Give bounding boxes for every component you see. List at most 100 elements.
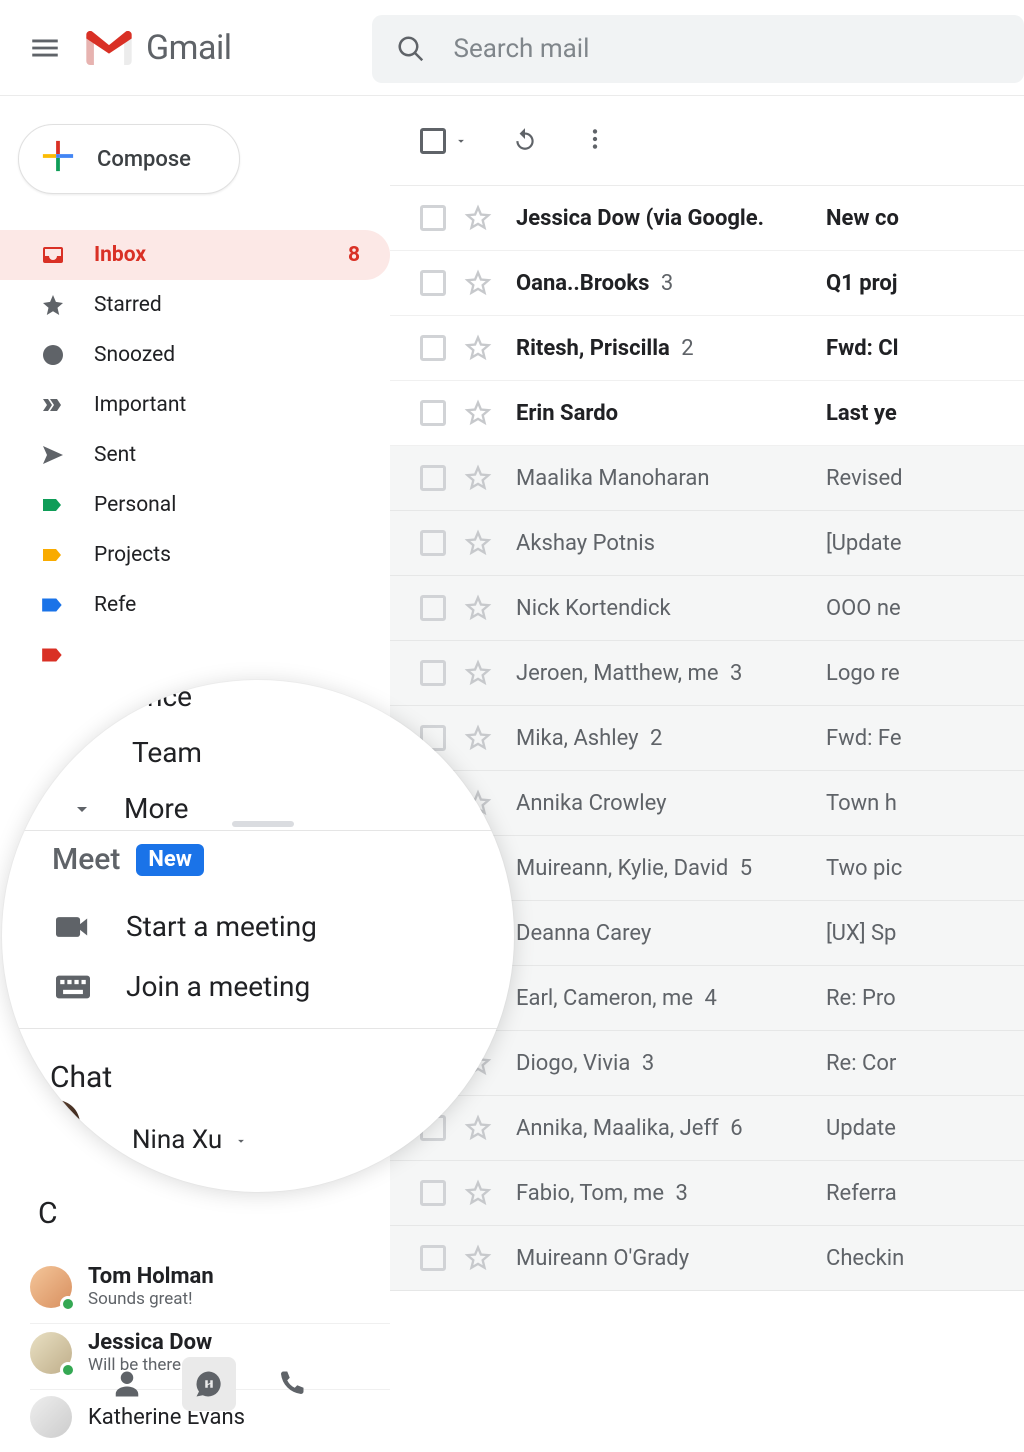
email-sender: Erin Sardo <box>516 401 826 426</box>
email-sender: Jeroen, Matthew, me 3 <box>516 661 826 686</box>
select-all[interactable] <box>420 128 468 154</box>
sidebar-label-starred: Starred <box>94 293 162 317</box>
presence-dot <box>60 1296 76 1312</box>
email-star[interactable] <box>464 594 492 622</box>
avatar-jessica <box>30 1332 72 1374</box>
email-checkbox[interactable] <box>420 400 446 426</box>
gmail-logo[interactable]: Gmail <box>86 28 232 68</box>
tag-icon-reference <box>40 592 66 618</box>
divider <box>2 830 514 831</box>
inbox-unread-count: 8 <box>348 243 360 267</box>
email-row[interactable]: Ritesh, Priscilla 2Fwd: Cl <box>390 316 1024 381</box>
sidebar-label-important: Important <box>94 393 186 417</box>
meet-label: Meet <box>52 842 120 877</box>
search-placeholder: Search mail <box>454 34 590 64</box>
new-badge: New <box>136 844 204 876</box>
email-checkbox[interactable] <box>420 465 446 491</box>
email-star[interactable] <box>464 464 492 492</box>
email-star[interactable] <box>464 1244 492 1272</box>
email-subject: Referra <box>826 1181 897 1206</box>
email-subject: [Update <box>826 531 902 556</box>
hangouts-tab[interactable] <box>182 1357 236 1411</box>
email-checkbox[interactable] <box>420 595 446 621</box>
email-row[interactable]: Akshay Potnis[Update <box>390 511 1024 576</box>
email-subject: Town h <box>826 791 897 816</box>
mag-ref-partial: nce <box>147 680 192 713</box>
tag-icon-cutoff <box>40 642 66 668</box>
email-row[interactable]: Oana..Brooks 3Q1 proj <box>390 251 1024 316</box>
email-checkbox[interactable] <box>420 1245 446 1271</box>
thread-count: 5 <box>734 856 752 881</box>
sidebar-more-toggle[interactable]: More <box>70 792 189 825</box>
email-row[interactable]: Jessica Dow (via Google.New co <box>390 186 1024 251</box>
mail-toolbar <box>390 96 1024 186</box>
refresh-button[interactable] <box>512 126 538 156</box>
sidebar-label-snoozed: Snoozed <box>94 343 175 367</box>
thread-count: 4 <box>699 986 717 1011</box>
sidebar-label-inbox: Inbox <box>94 243 146 267</box>
tag-icon-projects <box>40 543 66 567</box>
email-sender: Jessica Dow (via Google. <box>516 206 826 231</box>
email-checkbox[interactable] <box>420 530 446 556</box>
meet-magnifier-overlay: nce Team More Meet New Start a meeting J… <box>2 680 514 1192</box>
sidebar-item-starred[interactable]: Starred <box>0 280 390 330</box>
sent-icon <box>40 443 66 467</box>
chat-name: Jessica Dow <box>88 1330 213 1355</box>
email-star[interactable] <box>464 529 492 557</box>
email-checkbox[interactable] <box>420 205 446 231</box>
start-meeting-item[interactable]: Start a meeting <box>56 910 317 943</box>
email-subject: Re: Cor <box>826 1051 896 1076</box>
sidebar-item-reference[interactable]: Refe <box>0 580 390 630</box>
email-sender: Ritesh, Priscilla 2 <box>516 336 826 361</box>
phone-tab[interactable] <box>264 1357 318 1411</box>
email-row[interactable]: Erin SardoLast ye <box>390 381 1024 446</box>
email-sender: Muireann, Kylie, David 5 <box>516 856 826 881</box>
email-subject: Q1 proj <box>826 271 898 296</box>
chat-name-nina: Nina Xu <box>132 1125 222 1155</box>
sidebar-item-team[interactable]: Team <box>132 736 202 769</box>
email-sender: Diogo, Vivia 3 <box>516 1051 826 1076</box>
resize-handle[interactable] <box>232 821 294 827</box>
search-bar[interactable]: Search mail <box>372 15 1024 83</box>
sidebar-item-projects[interactable]: Projects <box>0 530 390 580</box>
more-options-button[interactable] <box>582 126 608 156</box>
email-checkbox[interactable] <box>420 270 446 296</box>
chat-section-header-mag: Chat <box>50 1060 112 1095</box>
chat-item-tom[interactable]: Tom Holman Sounds great! <box>30 1258 390 1323</box>
chat-section-header-partial: C <box>38 1196 58 1231</box>
sidebar-item-snoozed[interactable]: Snoozed <box>0 330 390 380</box>
join-meeting-label: Join a meeting <box>126 970 310 1003</box>
sidebar-item-inbox[interactable]: Inbox 8 <box>0 230 390 280</box>
thread-count: 3 <box>670 1181 688 1206</box>
thread-count: 3 <box>636 1051 654 1076</box>
people-tab[interactable] <box>100 1357 154 1411</box>
sidebar-item-sent[interactable]: Sent <box>0 430 390 480</box>
keyboard-icon <box>56 973 90 1001</box>
sidebar-item-personal[interactable]: Personal <box>0 480 390 530</box>
join-meeting-item[interactable]: Join a meeting <box>56 970 310 1003</box>
email-subject: Last ye <box>826 401 897 426</box>
email-row[interactable]: Nick KortendickOOO ne <box>390 576 1024 641</box>
sidebar-item-cutoff-tag[interactable] <box>0 630 390 680</box>
sidebar-item-important[interactable]: Important <box>0 380 390 430</box>
main-menu-icon[interactable] <box>28 31 62 65</box>
search-icon <box>396 34 426 64</box>
email-row[interactable]: Muireann O'GradyCheckin <box>390 1226 1024 1291</box>
tag-icon-personal <box>40 493 66 517</box>
email-star[interactable] <box>464 204 492 232</box>
compose-button[interactable]: Compose <box>18 124 240 194</box>
email-checkbox[interactable] <box>420 335 446 361</box>
chat-name: Tom Holman <box>88 1264 214 1289</box>
thread-count: 2 <box>645 726 663 751</box>
email-star[interactable] <box>464 334 492 362</box>
meet-section-header: Meet New <box>52 842 204 877</box>
email-row[interactable]: Maalika ManoharanRevised <box>390 446 1024 511</box>
chat-item-nina[interactable]: Nina Xu <box>132 1125 248 1155</box>
email-star[interactable] <box>464 399 492 427</box>
email-star[interactable] <box>464 269 492 297</box>
more-label: More <box>124 792 189 825</box>
thread-count: 3 <box>655 271 673 296</box>
email-subject: Two pic <box>826 856 902 881</box>
chat-snippet: Sounds great! <box>88 1289 214 1309</box>
divider <box>2 1028 514 1029</box>
